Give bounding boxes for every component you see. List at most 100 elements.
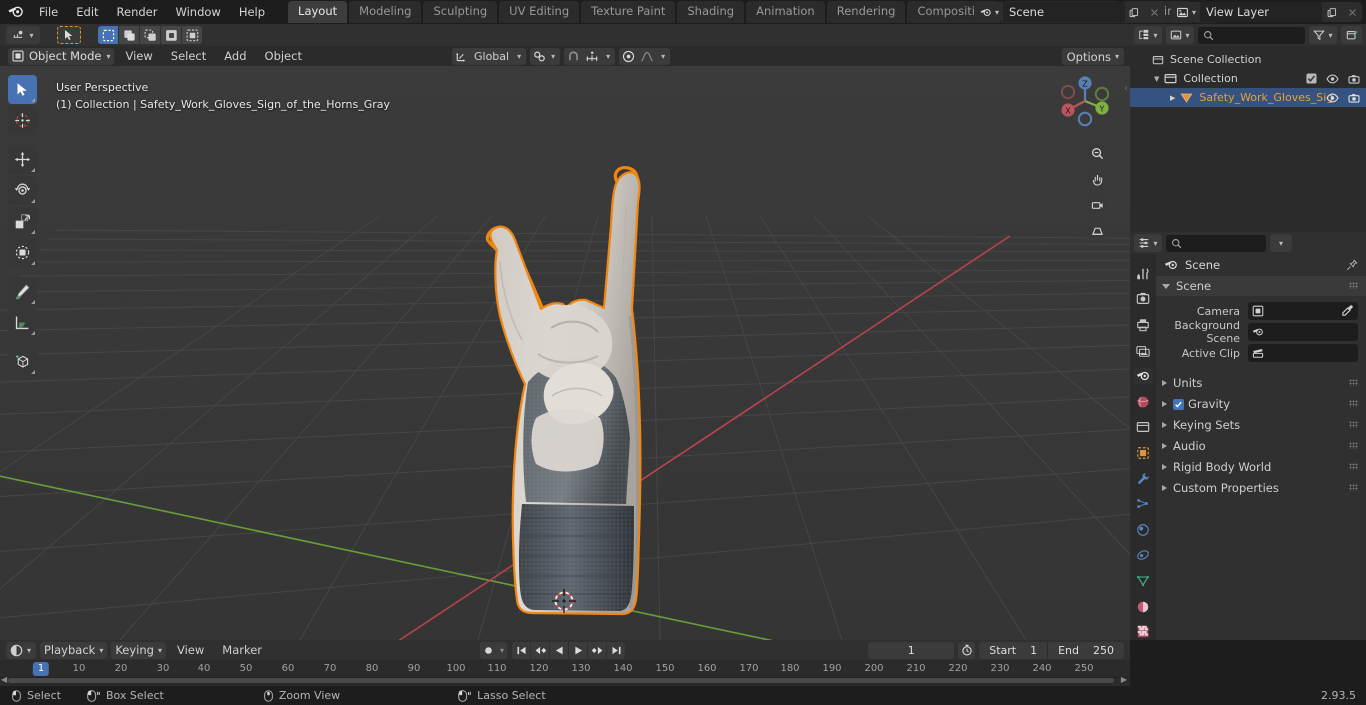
play-reverse-button[interactable] <box>550 641 569 659</box>
viewport-sidebar-toggle[interactable]: ‹ <box>1122 80 1130 98</box>
select-subtract-icon[interactable] <box>140 26 160 44</box>
view-layer-selector[interactable]: ▾ View Layer <box>1170 2 1362 22</box>
panel-keying-sets[interactable]: Keying Sets <box>1156 415 1366 435</box>
annotate-tool-icon[interactable] <box>8 277 37 306</box>
transform-tool-icon[interactable] <box>8 238 37 267</box>
menu-render[interactable]: Render <box>108 3 167 22</box>
menu-file[interactable]: File <box>30 3 67 22</box>
view-layer-name-field[interactable]: View Layer <box>1200 2 1322 22</box>
previous-keyframe-button[interactable] <box>531 641 550 659</box>
properties-options-dropdown[interactable]: ▾ <box>1270 234 1292 252</box>
output-tab[interactable] <box>1133 317 1153 333</box>
new-view-layer-icon[interactable] <box>1322 2 1342 22</box>
tab-animation[interactable]: Animation <box>746 1 825 23</box>
interaction-mode-dropdown[interactable]: Object Mode ▾ <box>8 47 115 65</box>
viewport-menu-object[interactable]: Object <box>258 47 309 65</box>
options-dropdown[interactable]: Options ▾ <box>1061 48 1124 65</box>
outliner-display-mode-icon[interactable]: ▾ <box>1166 26 1194 44</box>
material-tab[interactable] <box>1133 599 1153 615</box>
snap-magnet-icon[interactable] <box>567 50 580 63</box>
timeline-menu-view[interactable]: View <box>170 641 211 659</box>
start-frame-field[interactable]: Start 1 <box>979 644 1047 657</box>
view-layer-tab[interactable] <box>1133 343 1153 359</box>
camera-render-icon[interactable] <box>1348 93 1360 103</box>
pin-icon[interactable] <box>1346 259 1358 271</box>
auto-keying-toggle[interactable]: ▾ <box>480 641 508 659</box>
render-tab[interactable] <box>1133 292 1153 308</box>
outliner-new-collection-icon[interactable] <box>1341 26 1362 44</box>
world-tab[interactable] <box>1133 394 1153 410</box>
end-frame-field[interactable]: End 250 <box>1048 644 1124 657</box>
zoom-view-icon[interactable] <box>1086 142 1108 164</box>
tweak-tool-icon[interactable] <box>8 75 37 104</box>
tool-tab[interactable] <box>1133 266 1153 282</box>
timeline-horizontal-scrollbar[interactable] <box>8 678 1114 683</box>
viewport-menu-add[interactable]: Add <box>217 47 253 65</box>
modifier-tab[interactable] <box>1133 471 1153 487</box>
drag-handle-icon[interactable] <box>1349 421 1358 428</box>
tab-modeling[interactable]: Modeling <box>349 1 422 23</box>
eye-icon[interactable] <box>1326 74 1339 84</box>
scale-tool-icon[interactable] <box>8 207 37 236</box>
outliner-row-collection[interactable]: ▼ Collection <box>1130 69 1366 88</box>
timeline-scroll-right-icon[interactable]: ▶ <box>1121 675 1127 684</box>
eye-icon[interactable] <box>1326 93 1339 103</box>
outliner-filter-icon[interactable]: ▾ <box>1309 26 1337 44</box>
outliner-editor-type-icon[interactable]: ▾ <box>1134 26 1162 44</box>
pivot-point-dropdown[interactable]: ▾ <box>530 48 561 65</box>
texture-tab[interactable] <box>1133 624 1153 640</box>
measure-tool-icon[interactable] <box>8 308 37 337</box>
outliner-search-input[interactable] <box>1198 26 1305 44</box>
scene-icon[interactable]: ▾ <box>973 2 1003 22</box>
new-scene-icon[interactable] <box>1124 2 1145 22</box>
object-data-tab[interactable] <box>1133 573 1153 589</box>
collection-tab[interactable] <box>1133 420 1153 436</box>
timeline-menu-marker[interactable]: Marker <box>215 641 269 659</box>
panel-rigid-body-world[interactable]: Rigid Body World <box>1156 457 1366 477</box>
drag-handle-icon[interactable] <box>1349 282 1358 289</box>
active-tool-cursor-icon[interactable] <box>57 26 81 44</box>
add-cube-tool-icon[interactable] <box>8 347 37 376</box>
tab-layout[interactable]: Layout <box>288 1 348 23</box>
camera-render-icon[interactable] <box>1348 74 1360 84</box>
use-preview-range-icon[interactable] <box>958 641 976 659</box>
select-extend-icon[interactable] <box>119 26 139 44</box>
rotate-tool-icon[interactable] <box>8 176 37 205</box>
particles-tab[interactable] <box>1133 496 1153 512</box>
timeline-ruler[interactable]: 1 10 20 30 40 50 60 70 80 90 100 110 120… <box>0 660 1130 678</box>
checkbox-icon[interactable] <box>1306 73 1317 84</box>
editor-type-selector[interactable]: ▾ <box>6 26 40 44</box>
proportional-edit-icon[interactable] <box>622 50 635 63</box>
drag-handle-icon[interactable] <box>1349 379 1358 386</box>
play-button[interactable] <box>569 641 588 659</box>
next-keyframe-button[interactable] <box>588 641 607 659</box>
properties-search-input[interactable] <box>1166 234 1266 252</box>
menu-help[interactable]: Help <box>230 3 274 22</box>
select-new-icon[interactable] <box>98 26 118 44</box>
drag-handle-icon[interactable] <box>1349 484 1358 491</box>
current-frame-field[interactable]: 1 <box>868 641 955 659</box>
delete-scene-icon[interactable] <box>1144 2 1165 22</box>
outliner-row-scene-collection[interactable]: Scene Collection <box>1130 50 1366 69</box>
select-intersect-icon[interactable] <box>161 26 181 44</box>
proportional-editing-controls[interactable]: ▾ <box>619 48 671 65</box>
timeline-scroll-left-icon[interactable]: ◀ <box>1 675 7 684</box>
drag-handle-icon[interactable] <box>1349 463 1358 470</box>
drag-handle-icon[interactable] <box>1349 442 1358 449</box>
chevron-down-icon[interactable]: ▼ <box>1154 75 1159 83</box>
properties-editor-type-icon[interactable]: ▾ <box>1134 234 1162 252</box>
gravity-checkbox[interactable] <box>1173 398 1184 410</box>
cursor-tool-icon[interactable] <box>8 106 37 135</box>
jump-to-start-button[interactable] <box>512 641 531 659</box>
panel-scene[interactable]: Scene <box>1156 276 1366 296</box>
active-clip-field[interactable] <box>1248 344 1358 362</box>
select-difference-icon[interactable] <box>182 26 202 44</box>
constraints-tab[interactable] <box>1133 548 1153 564</box>
chevron-right-icon[interactable]: ▶ <box>1170 94 1175 102</box>
tab-rendering[interactable]: Rendering <box>826 1 906 23</box>
timeline-editor-type-icon[interactable]: ▾ <box>6 641 36 659</box>
panel-gravity[interactable]: Gravity <box>1156 394 1366 414</box>
keying-dropdown[interactable]: Keying ▾ <box>111 641 166 659</box>
tab-sculpting[interactable]: Sculpting <box>423 1 498 23</box>
outliner-row-object[interactable]: ▶ Safety_Work_Gloves_Sig <box>1130 88 1366 107</box>
